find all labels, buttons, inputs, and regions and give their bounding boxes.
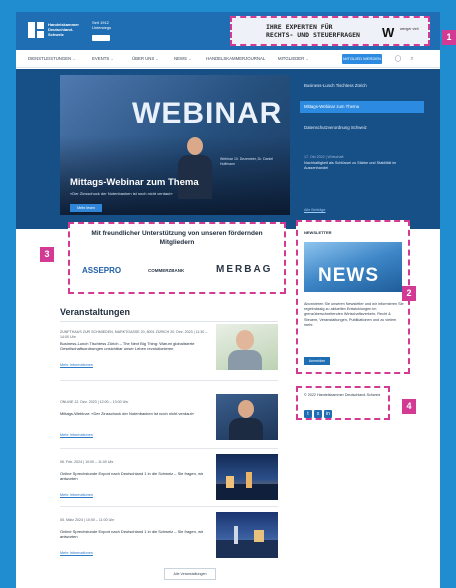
callout-2: 2	[402, 286, 416, 301]
callout-1: 1	[442, 30, 456, 45]
event-more-link[interactable]: Mehr Informationen	[60, 493, 93, 497]
ad-logo-sub: wenger vieli	[400, 27, 419, 31]
hero-image-note: Webinar 10. Dezember, Dr. Daniel Hoffman…	[220, 157, 274, 166]
events-divider	[60, 321, 278, 322]
site-header: Handelskammer Deutschland-Schweiz Seit 1…	[16, 12, 440, 50]
newsletter-description: Abonnieren Sie unseren Newsletter und wi…	[304, 302, 404, 327]
event-date: ZUNFTHAUS ZUR SCHMIEDEN, MARKTGASSE 20, …	[60, 330, 208, 339]
sponsor-logo-assepro[interactable]: ASSEPRO	[82, 266, 121, 275]
org-name: Handelskammer Deutschland-Schweiz	[48, 22, 79, 37]
newsletter-image: NEWS	[304, 242, 402, 292]
sponsors-box: Mit freundlicher Unterstützung von unser…	[68, 222, 286, 294]
search-icon[interactable]: ⌕	[408, 55, 416, 63]
callout-3: 3	[40, 247, 54, 262]
event-more-link[interactable]: Mehr Informationen	[60, 363, 93, 367]
hero-image[interactable]: WEBINAR Webinar 10. Dezember, Dr. Daniel…	[60, 75, 290, 215]
newsletter-box: NEWSLETTER NEWS Abonnieren Sie unseren N…	[296, 220, 410, 374]
logo-icon[interactable]	[28, 22, 44, 38]
header-ad-banner[interactable]: IHRE EXPERTEN FÜR RECHTS- UND STEUERFRAG…	[230, 16, 430, 46]
hero-overlay	[60, 135, 290, 215]
xing-icon[interactable]: x	[314, 410, 322, 418]
event-date: 06. Feb. 2024 | 10:00 – 11:00 Uhr	[60, 460, 114, 464]
sponsor-logo-commerzbank[interactable]: COMMERZBANK	[148, 268, 184, 273]
chevron-down-icon: ⌄	[110, 56, 114, 61]
event-title[interactable]: Online Sprechstunde Export nach Deutschl…	[60, 471, 210, 482]
event-image[interactable]	[216, 324, 278, 370]
twitter-icon[interactable]: t	[304, 410, 312, 418]
org-subtitle: Seit 1912 Unterwegs	[92, 20, 112, 30]
hero-subtitle: «Der Zinsschock der Notenbanken ist noch…	[70, 191, 173, 196]
sponsors-title: Mit freundlicher Unterstützung von unser…	[91, 230, 263, 246]
all-events-button[interactable]: Alle Veranstaltungen	[164, 568, 216, 580]
event-separator	[60, 506, 278, 507]
events-heading: Veranstaltungen	[60, 307, 131, 317]
event-item: ONLINE 12. Dez. 2023 | 12:00 – 13:00 Uhr…	[60, 394, 290, 452]
event-image[interactable]	[216, 454, 278, 500]
slide-date: 17. Okt 2022 | Wirtschaft	[304, 155, 344, 159]
become-member-button[interactable]: MITGLIED WERDEN	[342, 54, 382, 64]
callout-4: 4	[402, 399, 416, 414]
sponsor-logo-merbag[interactable]: MERBAG	[216, 264, 272, 275]
slide-item[interactable]: Business-Lunch Tischtess Zürich	[300, 83, 424, 88]
all-posts-link[interactable]: Alle Beiträge	[304, 208, 326, 212]
slide-item[interactable]: Datenschutzverordnung Schweiz	[300, 125, 424, 130]
hero-slide-list: Business-Lunch Tischtess Zürich Mittags-…	[300, 75, 432, 215]
slide-item-active[interactable]: Mittags-Webinar zum Thema	[300, 101, 424, 113]
newsletter-signup-button[interactable]: Anmelden	[304, 357, 330, 365]
event-item: 05. März 2024 | 10:00 – 11:00 Uhr Online…	[60, 512, 290, 570]
nav-item-journal[interactable]: HANDELSKAMMERJOURNAL	[206, 56, 265, 61]
event-item: 06. Feb. 2024 | 10:00 – 11:00 Uhr Online…	[60, 454, 290, 512]
main-navigation: DIENSTLEISTUNGEN ⌄ EVENTS ⌄ ÜBER UNS ⌄ N…	[16, 50, 440, 68]
hero-image-word: WEBINAR	[132, 97, 283, 130]
newsletter-image-word: NEWS	[318, 265, 379, 286]
chevron-down-icon: ⌄	[188, 56, 192, 61]
event-item: ZUNFTHAUS ZUR SCHMIEDEN, MARKTGASSE 20, …	[60, 324, 290, 382]
ad-headline: IHRE EXPERTEN FÜR RECHTS- UND STEUERFRAG…	[266, 23, 360, 39]
chevron-down-icon: ⌄	[72, 56, 76, 61]
ad-line-2: RECHTS- UND STEUERFRAGEN	[266, 30, 360, 39]
nav-item-dienstleistungen[interactable]: DIENSTLEISTUNGEN ⌄	[28, 56, 76, 61]
slide-description: Nachhaltigkeit als Schlüssel zu Stärke u…	[304, 161, 397, 171]
nav-item-mitglieder[interactable]: MITGLIEDER ⌄	[278, 56, 309, 61]
hero-section: WEBINAR Webinar 10. Dezember, Dr. Daniel…	[16, 69, 440, 229]
event-image[interactable]	[216, 394, 278, 440]
event-title[interactable]: Mittags-Webinar: «Der Zinsschock der Not…	[60, 411, 210, 416]
event-separator	[60, 380, 278, 381]
ad-logo: W	[382, 25, 395, 40]
event-title[interactable]: Business-Lunch Tischtess Zürich – The Ne…	[60, 341, 210, 352]
event-date: 05. März 2024 | 10:00 – 11:00 Uhr	[60, 518, 115, 522]
linkedin-icon[interactable]: in	[324, 410, 332, 418]
newsletter-title: NEWSLETTER	[304, 230, 332, 235]
org-badge	[92, 35, 110, 41]
website-page: Handelskammer Deutschland-Schweiz Seit 1…	[16, 12, 440, 588]
event-image[interactable]	[216, 512, 278, 558]
event-title[interactable]: Online Sprechstunde Export nach Deutschl…	[60, 529, 210, 540]
event-more-link[interactable]: Mehr Informationen	[60, 433, 93, 437]
chevron-down-icon: ⌄	[155, 56, 159, 61]
chevron-down-icon: ⌄	[305, 56, 309, 61]
nav-item-ueber-uns[interactable]: ÜBER UNS ⌄	[132, 56, 159, 61]
event-separator	[60, 448, 278, 449]
hero-title: Mittags-Webinar zum Thema	[70, 177, 199, 188]
copyright-text: © 2022 Handelskammer Deutschland-Schweiz	[304, 393, 381, 397]
event-more-link[interactable]: Mehr Informationen	[60, 551, 93, 555]
user-icon[interactable]: ◯	[394, 55, 402, 63]
social-box: © 2022 Handelskammer Deutschland-Schweiz…	[296, 386, 390, 420]
nav-item-news[interactable]: NEWS ⌄	[174, 56, 191, 61]
hero-read-more-button[interactable]: Mehr lesen	[70, 204, 102, 212]
event-date: ONLINE 12. Dez. 2023 | 12:00 – 13:00 Uhr	[60, 400, 129, 404]
nav-item-events[interactable]: EVENTS ⌄	[92, 56, 114, 61]
speaker-photo	[178, 137, 212, 199]
